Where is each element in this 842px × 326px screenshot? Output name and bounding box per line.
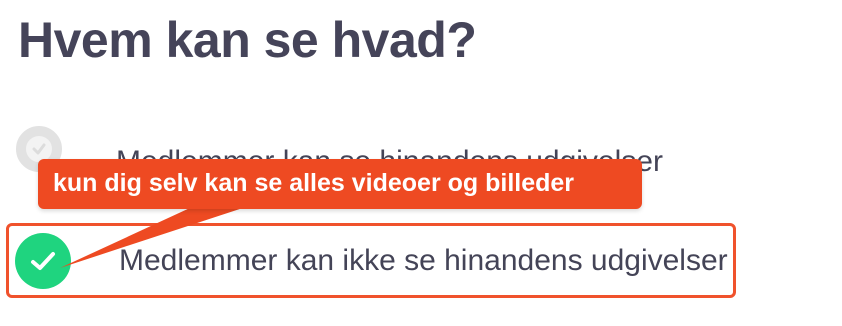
page-title: Hvem kan se hvad? [18,12,477,68]
annotation-text: kun dig selv kan se alles videoer og bil… [53,169,575,197]
check-faint-icon [32,143,46,155]
option-label-private: Medlemmer kan ikke se hinandens udgivels… [119,244,728,277]
visibility-option-private[interactable]: Medlemmer kan ikke se hinandens udgivels… [6,223,736,298]
checkmark-icon [31,252,55,270]
annotation-callout: kun dig selv kan se alles videoer og bil… [38,159,642,209]
check-icon[interactable] [15,233,71,289]
